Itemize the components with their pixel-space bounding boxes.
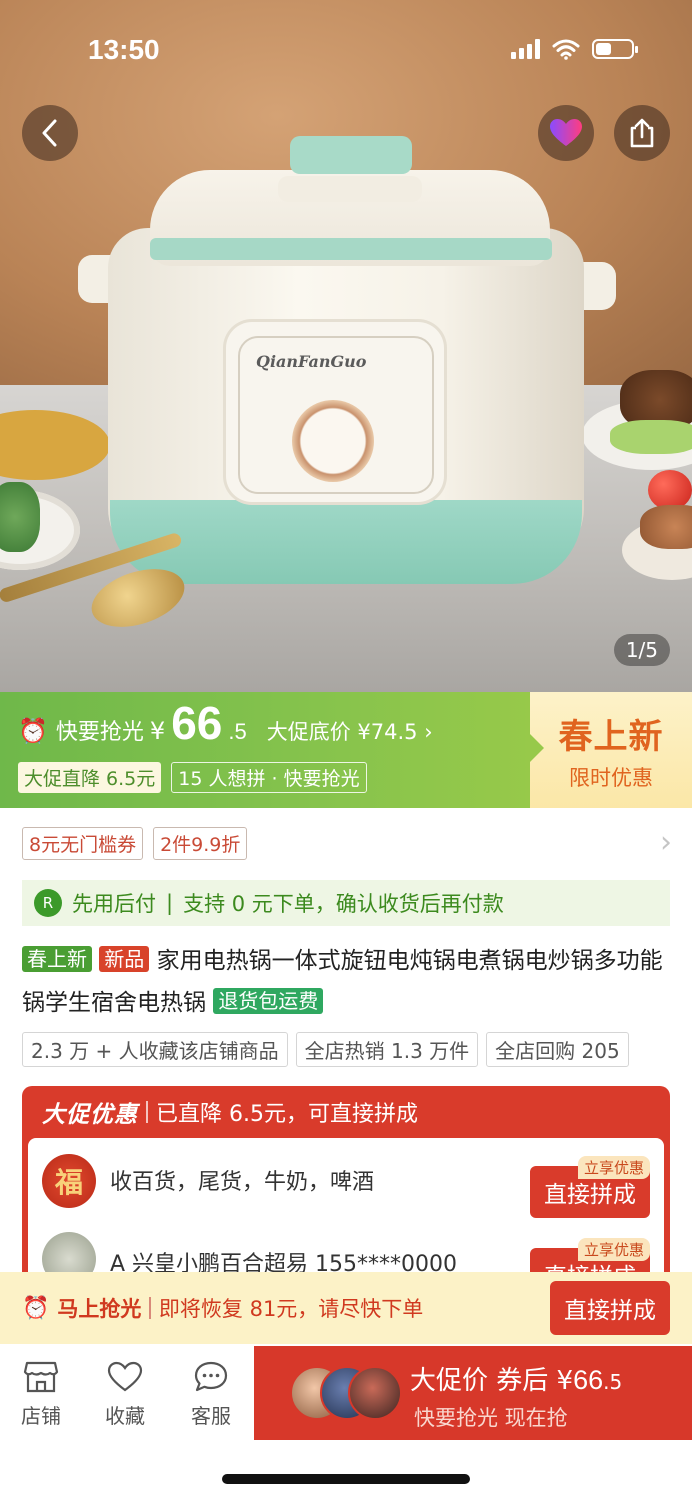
chevron-right-icon[interactable]: › [660,826,672,860]
pre-price-text: 大促底价 ¥74.5 [266,720,418,744]
product-image-gallery[interactable]: QianFanGuo 13:50 1/5 [0,0,692,692]
chat-bubble-icon [194,1361,228,1392]
promo-card-title: 大促优惠 [42,1102,138,1128]
pay-later-bar[interactable]: R 先用后付 | 支持 0 元下单，确认收货后再付款 [22,880,670,926]
image-counter: 1/5 [613,634,670,666]
status-time: 13:50 [88,34,160,65]
alarm-clock-icon: ⏰ [22,1295,50,1321]
group-buy-tag: 15 人想拼 · 快要抢光 [171,762,367,793]
divider: | [166,891,174,915]
spring-promo-title: 春上新 [558,716,664,757]
brand-logo: QianFanGuo [256,352,367,371]
product-title: 春上新 新品 家用电热锅一体式旋钮电炖锅电煮锅电炒锅多功能锅学生宿舍电热锅 退货… [22,940,672,1024]
group-buy-list: 福 收百货，尾货，牛奶，啤酒 直接拼成 立享优惠 A 兴皇小鹏百合超易 155*… [28,1138,664,1286]
buy-now-button[interactable]: 大促价 券后 ¥66.5 快要抢光 现在抢 [254,1346,692,1440]
spring-promo-badge[interactable]: 春上新 限时优惠 [530,692,692,808]
meat-right [640,505,692,549]
badge-spring-new: 春上新 [22,946,92,972]
buyer-avatars [290,1366,402,1420]
buy-subtitle: 快要抢光 现在抢 [414,1406,568,1430]
pay-later-icon: R [34,889,62,917]
group-member-name: 收百货，尾货，牛奶，啤酒 [110,1170,375,1195]
bottom-action-bar: 店铺 收藏 客服 大促价 券后 ¥66.5 快要抢光 现在抢 [0,1344,692,1444]
price-decimal: .5 [228,719,247,744]
alarm-clock-icon: ⏰ [18,717,48,745]
pay-later-desc: 支持 0 元下单，确认收货后再付款 [183,892,504,916]
nav-customer-service[interactable]: 客服 [176,1358,246,1429]
stat-repurchase: 全店回购 205 [486,1032,629,1067]
signal-icon [511,39,540,59]
buy-currency: ¥ [556,1366,574,1396]
promo-card: 大促优惠 已直降 6.5元，可直接拼成 福 收百货，尾货，牛奶，啤酒 直接拼成 … [22,1086,670,1286]
cooker-lid-handle [290,136,412,174]
buy-label: 大促价 券后 [410,1366,549,1396]
divider [149,1297,151,1319]
favorite-heart-button[interactable] [538,105,594,161]
avatar [348,1366,402,1420]
currency-symbol: ¥ [149,717,166,745]
hurry-label: 快要抢光 [55,720,144,745]
pre-price-link[interactable]: 大促底价 ¥74.5 › [267,716,433,746]
salad-right [610,420,692,454]
chevron-left-icon [42,119,57,147]
price-integer: 66 [171,697,223,749]
coupon-no-threshold[interactable]: 8元无门槛券 [22,826,144,860]
nav-service-label: 客服 [191,1404,231,1428]
buy-price-decimal: .5 [603,1370,623,1394]
heart-outline-icon [107,1361,143,1392]
battery-icon [592,39,638,59]
heart-icon [550,119,582,146]
countdown-label: 马上抢光 [57,1297,142,1321]
cooker-lid-handle-base [278,176,422,202]
stat-hot-sales: 全店热销 1.3 万件 [295,1032,479,1067]
spring-promo-subtitle: 限时优惠 [569,765,653,790]
divider [146,1101,148,1123]
wifi-icon [552,39,580,60]
store-icon [23,1361,59,1393]
instant-discount-tag: 立享优惠 [577,1156,650,1179]
coupon-row[interactable]: 8元无门槛券 2件9.9折 › [22,826,672,860]
share-button[interactable] [614,105,670,161]
nav-favorite[interactable]: 收藏 [90,1358,160,1429]
control-dial [292,400,374,482]
coupon-multi-buy[interactable]: 2件9.9折 [153,826,248,860]
cooker-lid-ring [150,238,552,260]
nav-favorite-label: 收藏 [105,1404,145,1428]
avatar: 福 [42,1154,96,1208]
nav-store-label: 店铺 [21,1404,61,1428]
discount-tag: 大促直降 6.5元 [18,762,162,793]
buy-price-integer: 66 [573,1365,604,1395]
nav-store[interactable]: 店铺 [6,1358,76,1429]
shop-stats-row: 2.3 万 + 人收藏该店铺商品 全店热销 1.3 万件 全店回购 205 [22,1032,692,1067]
back-button[interactable] [22,105,78,161]
tomato [648,470,692,510]
stat-favorites: 2.3 万 + 人收藏该店铺商品 [22,1032,288,1067]
home-indicator[interactable] [222,1474,470,1484]
countdown-desc: 即将恢复 81元，请尽快下单 [158,1297,424,1321]
promo-card-header: 大促优惠 已直降 6.5元，可直接拼成 [22,1086,670,1138]
greens-left [0,482,40,552]
buy-price: 大促价 券后 ¥66.5 [410,1360,622,1397]
status-icons [511,38,638,60]
badge-free-return: 退货包运费 [213,988,324,1014]
pay-later-title: 先用后付 [72,892,156,916]
price-banner: ⏰ 快要抢光 ¥ 66 .5 大促底价 ¥74.5 › 大促直降 6.5元 15… [0,692,692,808]
list-item: 福 收百货，尾货，牛奶，啤酒 直接拼成 立享优惠 [28,1138,664,1218]
countdown-bar: ⏰ 马上抢光 即将恢复 81元，请尽快下单 直接拼成 [0,1272,692,1344]
price-section: ⏰ 快要抢光 ¥ 66 .5 大促底价 ¥74.5 › 大促直降 6.5元 15… [0,692,544,808]
badge-new-product: 新品 [99,946,150,972]
promo-card-subtitle: 已直降 6.5元，可直接拼成 [156,1102,418,1127]
join-group-button[interactable]: 直接拼成 [550,1281,670,1335]
chevron-right-icon: › [417,720,433,744]
share-icon [630,118,654,148]
instant-discount-tag: 立享优惠 [577,1238,650,1261]
